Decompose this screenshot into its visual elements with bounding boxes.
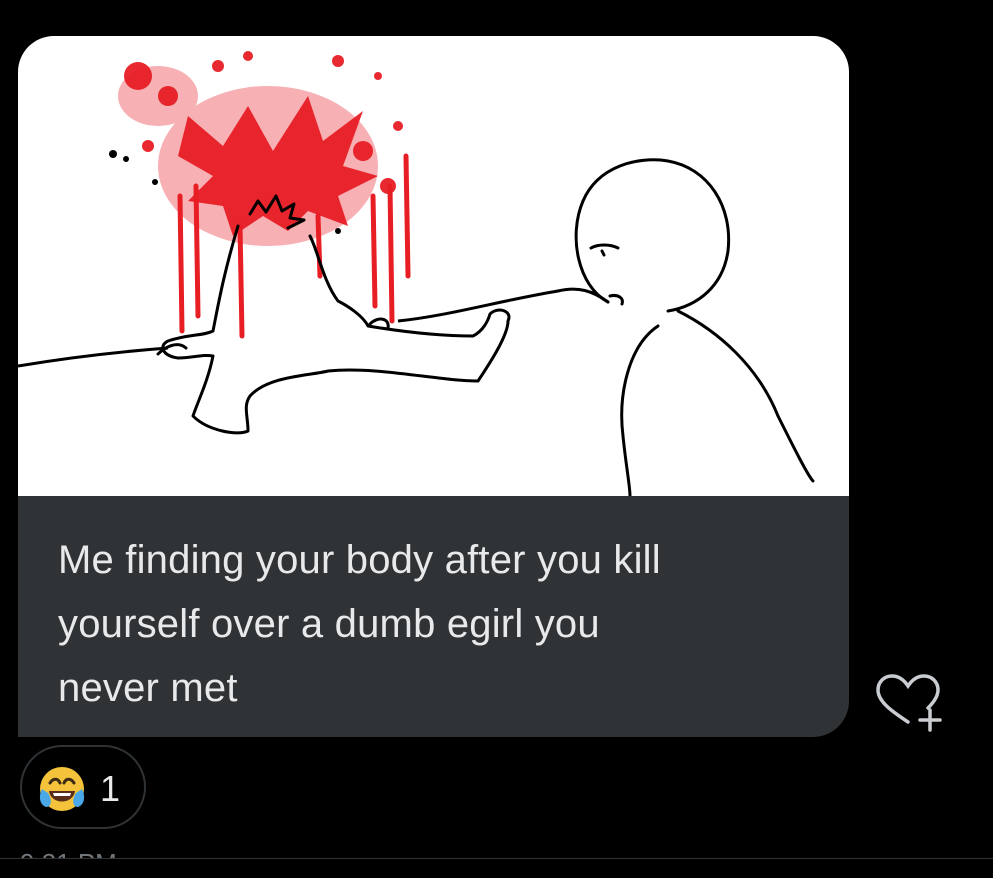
stick-figure-meme-drawing xyxy=(18,51,815,496)
reaction-count: 1 xyxy=(100,768,121,809)
face-with-tears-of-joy-icon xyxy=(39,767,85,811)
message-image[interactable] xyxy=(18,36,849,496)
add-reaction-button[interactable] xyxy=(868,670,948,734)
reaction-badge[interactable]: 1 xyxy=(20,745,146,829)
received-message[interactable]: Me finding your body after you kill your… xyxy=(18,36,849,737)
heart-plus-icon xyxy=(876,674,942,732)
message-text: Me finding your body after you kill your… xyxy=(58,538,661,710)
divider xyxy=(0,858,993,877)
